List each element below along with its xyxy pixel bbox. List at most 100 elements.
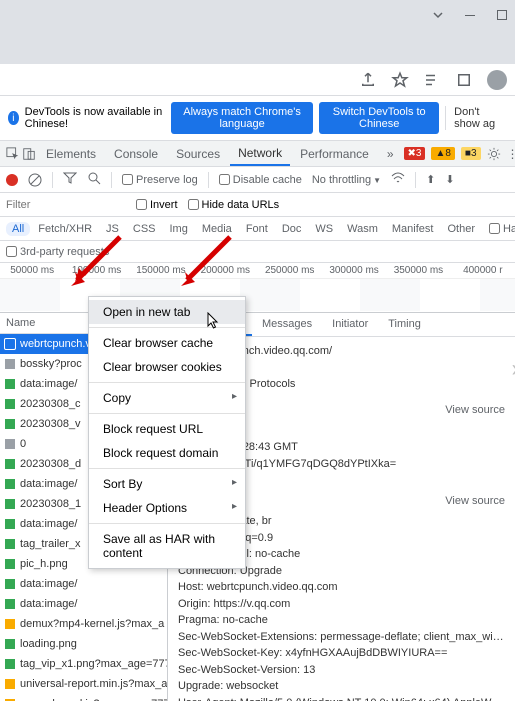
request-row[interactable]: data:image/ (0, 594, 167, 614)
invert-checkbox[interactable]: Invert (136, 199, 178, 211)
wifi-icon[interactable] (391, 171, 405, 188)
minimize-icon[interactable] (463, 8, 477, 22)
inspect-icon[interactable] (6, 147, 20, 161)
switch-language-button[interactable]: Switch DevTools to Chinese (319, 102, 439, 134)
issue-badge[interactable]: ■3 (461, 147, 481, 160)
browser-toolbar (0, 64, 515, 96)
request-name: 20230308_v (20, 418, 81, 430)
request-row[interactable]: demux?mp4-kernel.js?max_a (0, 614, 167, 634)
filter-type-all[interactable]: All (6, 222, 30, 236)
js-icon (4, 618, 16, 630)
filter-type-js[interactable]: JS (100, 222, 125, 236)
devtools-locale-banner: i DevTools is now available in Chinese! … (0, 96, 515, 141)
maximize-icon[interactable] (495, 8, 509, 22)
warning-badge[interactable]: ▲8 (431, 147, 454, 160)
network-timeline[interactable]: 50000 ms100000 ms150000 ms200000 ms25000… (0, 263, 515, 313)
cm-clear-cache[interactable]: Clear browser cache (89, 331, 245, 355)
filter-type-manifest[interactable]: Manifest (386, 222, 440, 236)
cm-block-url[interactable]: Block request URL (89, 417, 245, 441)
filter-type-fetchxhr[interactable]: Fetch/XHR (32, 222, 98, 236)
device-toggle-icon[interactable] (22, 147, 36, 161)
window-titlebar (0, 0, 515, 30)
tab-network[interactable]: Network (230, 141, 290, 166)
throttling-dropdown[interactable]: No throttling▼ (312, 174, 381, 186)
dont-show-again-link[interactable]: Don't show ag (445, 106, 507, 130)
hide-data-urls-checkbox[interactable]: Hide data URLs (188, 199, 280, 211)
filter-type-doc[interactable]: Doc (276, 222, 308, 236)
filter-type-wasm[interactable]: Wasm (341, 222, 384, 236)
header-host: Host: webrtcpunch.video.qq.com (178, 579, 505, 596)
request-row[interactable]: data:image/ (0, 574, 167, 594)
gear-icon[interactable] (487, 147, 501, 161)
header-sec-ws-key: Sec-WebSocket-Key: x4yfnHGXAAujBdDBWIYIU… (178, 645, 505, 662)
doc-icon (4, 438, 16, 450)
filter-type-img[interactable]: Img (164, 222, 194, 236)
tab-initiator[interactable]: Initiator (322, 313, 378, 336)
filter-type-css[interactable]: CSS (127, 222, 162, 236)
img-icon (4, 658, 16, 670)
extensions-icon[interactable] (455, 71, 473, 89)
kebab-icon[interactable]: ⋮ (507, 147, 515, 161)
cm-copy[interactable]: Copy (89, 386, 245, 410)
cm-header-options[interactable]: Header Options (89, 496, 245, 520)
disable-cache-checkbox[interactable]: Disable cache (219, 174, 302, 186)
filter-type-media[interactable]: Media (196, 222, 238, 236)
chevron-down-icon[interactable] (431, 8, 445, 22)
header-user-agent: User-Agent: Mozilla/5.0 (Windows NT 10.0… (178, 695, 505, 701)
request-row[interactable]: loading.png (0, 634, 167, 654)
profile-avatar[interactable] (487, 70, 507, 90)
record-button[interactable] (6, 174, 18, 186)
request-row[interactable]: wasm-kernel.js?max_age=7776 (0, 694, 167, 701)
filter-type-font[interactable]: Font (240, 222, 274, 236)
tab-timing[interactable]: Timing (378, 313, 431, 336)
header-origin: Origin: https://v.qq.com (178, 596, 505, 613)
upload-icon[interactable]: ⬆ (426, 173, 435, 186)
js-icon (4, 678, 16, 690)
filter-input[interactable] (6, 199, 126, 211)
clear-icon[interactable] (28, 173, 42, 187)
tab-console[interactable]: Console (106, 141, 166, 166)
third-party-checkbox[interactable]: 3rd-party requests (6, 246, 109, 258)
request-name: data:image/ (20, 378, 77, 390)
request-name: pic_h.png (20, 558, 68, 570)
share-icon[interactable] (359, 71, 377, 89)
chk-blocked_cookies[interactable]: Has blocked cookies (489, 223, 515, 235)
img-icon (4, 498, 16, 510)
tab-more[interactable]: » (379, 141, 402, 166)
cm-open-new-tab[interactable]: Open in new tab (89, 300, 245, 324)
header-sec-ws-version: Sec-WebSocket-Version: 13 (178, 662, 505, 679)
request-name: tag_vip_x1.png?max_age=777 (20, 658, 167, 670)
request-row[interactable]: tag_vip_x1.png?max_age=777 (0, 654, 167, 674)
cm-clear-cookies[interactable]: Clear browser cookies (89, 355, 245, 379)
search-icon[interactable] (87, 171, 101, 188)
filter-type-other[interactable]: Other (441, 222, 481, 236)
tab-elements[interactable]: Elements (38, 141, 104, 166)
header-pragma: Pragma: no-cache (178, 612, 505, 629)
img-icon (4, 478, 16, 490)
preserve-log-checkbox[interactable]: Preserve log (122, 174, 198, 186)
tab-sources[interactable]: Sources (168, 141, 228, 166)
cm-block-domain[interactable]: Block request domain (89, 441, 245, 465)
bookmark-star-icon[interactable] (391, 71, 409, 89)
filter-type-ws[interactable]: WS (309, 222, 339, 236)
cm-sort-by[interactable]: Sort By (89, 472, 245, 496)
request-name: data:image/ (20, 598, 77, 610)
reading-list-icon[interactable] (423, 71, 441, 89)
img-icon (4, 558, 16, 570)
browser-tabbar (0, 30, 515, 64)
request-name: tag_trailer_x (20, 538, 81, 550)
match-language-button[interactable]: Always match Chrome's language (171, 102, 313, 134)
img-icon (4, 638, 16, 650)
img-icon (4, 538, 16, 550)
request-row[interactable]: universal-report.min.js?max_a (0, 674, 167, 694)
header-sec-ws-ext: Sec-WebSocket-Extensions: permessage-def… (178, 629, 505, 646)
tab-messages[interactable]: Messages (252, 313, 322, 336)
filter-toggle-icon[interactable] (63, 171, 77, 188)
header-upgrade: Upgrade: websocket (178, 678, 505, 695)
network-main: Name webrtcpunch.video.qq.combossky?proc… (0, 313, 515, 701)
cm-save-har[interactable]: Save all as HAR with content (89, 527, 245, 565)
tab-performance[interactable]: Performance (292, 141, 377, 166)
img-icon (4, 458, 16, 470)
error-badge[interactable]: ✖3 (404, 147, 426, 160)
download-icon[interactable]: ⬇ (445, 173, 454, 186)
